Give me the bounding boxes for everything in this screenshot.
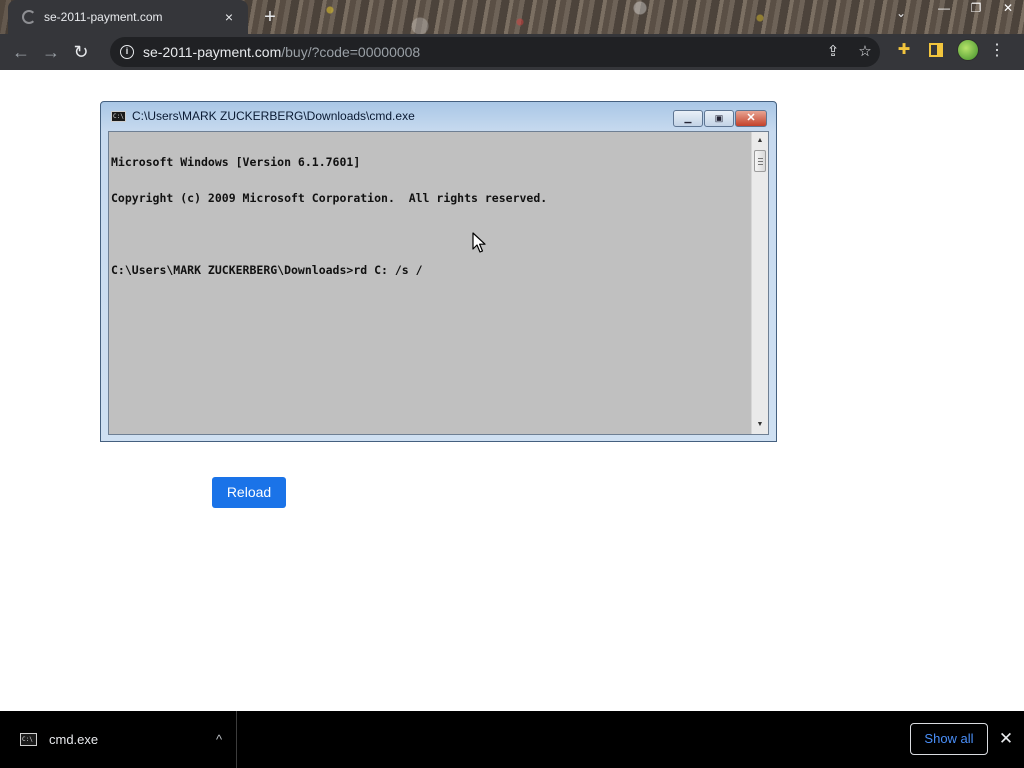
new-tab-button[interactable]: +	[259, 6, 281, 28]
browser-toolbar: ← → ↻ i se-2011-payment.com/buy/?code=00…	[0, 34, 1024, 70]
chevron-up-icon[interactable]: ^	[202, 732, 236, 747]
scroll-thumb	[754, 150, 766, 172]
side-panel-icon[interactable]	[929, 43, 943, 57]
close-download-bar-icon[interactable]: ✕	[995, 728, 1017, 750]
window-minimize-button[interactable]: —	[928, 0, 960, 18]
profile-avatar[interactable]	[957, 39, 979, 61]
cmd-window-buttons: ▁ ▣ ✕	[673, 110, 767, 127]
share-icon[interactable]: ⇪	[824, 42, 842, 62]
cmd-window-title: C:\Users\MARK ZUCKERBERG\Downloads\cmd.e…	[132, 109, 415, 123]
fake-cmd-window: C:\ C:\Users\MARK ZUCKERBERG\Downloads\c…	[100, 101, 777, 442]
window-close-button[interactable]: ✕	[992, 0, 1024, 18]
address-bar[interactable]: i se-2011-payment.com/buy/?code=00000008…	[110, 37, 880, 67]
show-all-downloads-button[interactable]: Show all	[910, 723, 988, 755]
window-restore-button[interactable]: ❐	[960, 0, 992, 18]
page-content: C:\ C:\Users\MARK ZUCKERBERG\Downloads\c…	[0, 70, 1024, 711]
loading-favicon-icon	[22, 10, 36, 24]
forward-button[interactable]: →	[36, 37, 66, 67]
kebab-menu-icon[interactable]: ⋮	[989, 40, 1005, 60]
download-file-name: cmd.exe	[49, 732, 99, 747]
mouse-pointer-icon	[472, 232, 486, 253]
back-button[interactable]: ←	[6, 37, 36, 67]
site-info-icon[interactable]: i	[120, 45, 134, 59]
cmd-console-text: Microsoft Windows [Version 6.1.7601] Cop…	[111, 132, 746, 300]
extensions-puzzle-icon[interactable]: ✚	[893, 39, 915, 61]
cmd-console-area: Microsoft Windows [Version 6.1.7601] Cop…	[108, 131, 769, 435]
cmd-maximize-button: ▣	[704, 110, 734, 127]
scroll-up-arrow-icon: ▲	[756, 137, 764, 144]
tab-title: se-2011-payment.com	[44, 10, 163, 24]
url-host: se-2011-payment.com	[143, 44, 282, 60]
cmd-close-button: ✕	[735, 110, 767, 127]
download-bar: C:\ cmd.exe ^ Show all ✕	[0, 711, 1024, 768]
cmd-line: Copyright (c) 2009 Microsoft Corporation…	[111, 191, 548, 205]
bookmark-star-icon[interactable]: ☆	[856, 42, 874, 62]
scroll-down-arrow-icon: ▼	[756, 421, 764, 428]
browser-tab[interactable]: se-2011-payment.com ×	[8, 0, 248, 34]
tab-close-icon[interactable]: ×	[220, 9, 238, 25]
download-item[interactable]: C:\ cmd.exe ^	[0, 711, 237, 768]
cmd-minimize-button: ▁	[673, 110, 703, 127]
cmd-line: Microsoft Windows [Version 6.1.7601]	[111, 155, 361, 169]
url-path: /buy/?code=00000008	[281, 44, 421, 60]
reload-button[interactable]: ↻	[66, 37, 96, 67]
cmd-file-icon: C:\	[20, 733, 37, 746]
window-controls: — ❐ ✕	[928, 0, 1024, 18]
browser-tab-strip: se-2011-payment.com × + ⌄ — ❐ ✕	[0, 0, 1024, 34]
cmd-line	[111, 228, 746, 240]
tab-search-icon[interactable]: ⌄	[896, 6, 906, 20]
reload-page-button[interactable]: Reload	[212, 477, 286, 508]
cmd-line: C:\Users\MARK ZUCKERBERG\Downloads>rd C:…	[111, 263, 423, 277]
cmd-app-icon: C:\	[111, 110, 126, 122]
cmd-scrollbar: ▲ ▼	[751, 132, 768, 434]
